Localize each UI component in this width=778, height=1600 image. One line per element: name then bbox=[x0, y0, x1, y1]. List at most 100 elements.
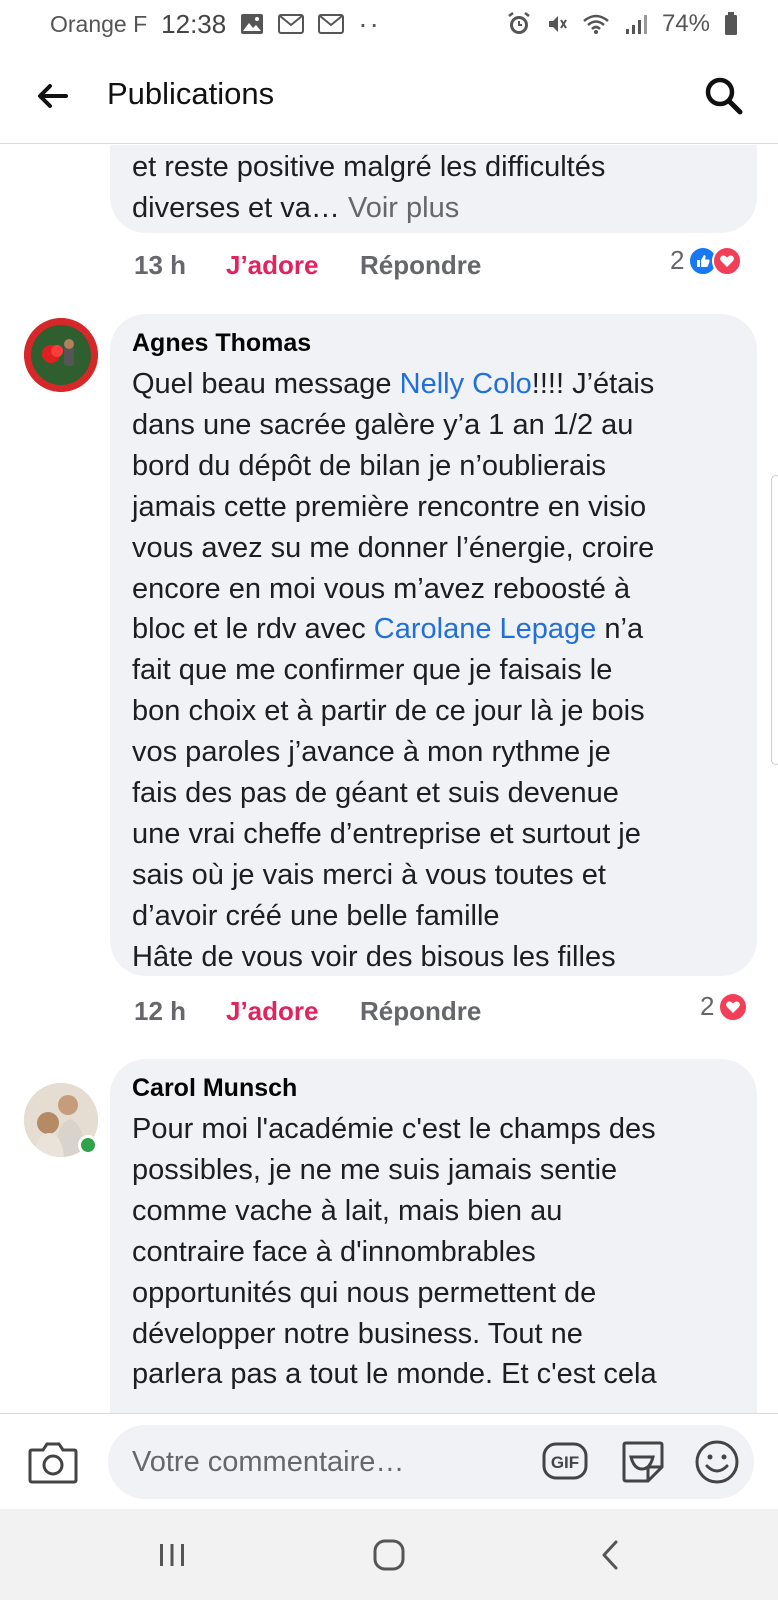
comment-text-segment: diverses et va… bbox=[132, 191, 348, 224]
mute-icon bbox=[546, 13, 568, 35]
search-icon bbox=[705, 77, 743, 115]
comment-time[interactable]: 12 h bbox=[134, 996, 186, 1027]
comment-line: développer notre business. Tout ne bbox=[132, 1314, 735, 1355]
home-icon bbox=[373, 1539, 405, 1571]
comment-text-segment: Hâte de vous voir des bisous les filles bbox=[132, 940, 616, 973]
comment-text-segment: bloc et le rdv avec bbox=[132, 613, 374, 646]
back-arrow-icon bbox=[38, 84, 68, 108]
profile-photo-icon bbox=[24, 318, 98, 392]
reply-button[interactable]: Répondre bbox=[360, 250, 481, 281]
reactions-summary[interactable]: 2 bbox=[670, 245, 743, 276]
comment-line: une vrai cheffe d’entreprise et surtout … bbox=[132, 814, 735, 855]
app-bar: Publications bbox=[0, 48, 778, 144]
comment-text-segment: une vrai cheffe d’entreprise et surtout … bbox=[132, 817, 641, 850]
back-button[interactable] bbox=[30, 74, 74, 118]
comment-text-segment: vous avez su me donner l’énergie, croire bbox=[132, 531, 655, 564]
comment-line: et reste positive malgré les difficultés bbox=[132, 147, 735, 188]
reactions-summary[interactable]: 2 bbox=[700, 991, 749, 1022]
comment-text-segment: parlera pas a tout le monde. Et c'est ce… bbox=[132, 1358, 657, 1391]
comment-text-segment: développer notre business. Tout ne bbox=[132, 1317, 583, 1350]
love-reaction-button[interactable]: J’adore bbox=[226, 996, 319, 1027]
comment-line: vous avez su me donner l’énergie, croire bbox=[132, 528, 735, 569]
comment-line: fait que me confirmer que je faisais le bbox=[132, 650, 735, 691]
comment-text-segment: n’a bbox=[596, 613, 644, 646]
comment-text-segment: contraire face à d'innombrables bbox=[132, 1235, 536, 1268]
comment-author[interactable]: Agnes Thomas bbox=[132, 328, 735, 358]
gif-button[interactable]: GIF bbox=[542, 1441, 588, 1486]
comment-line: encore en moi vous m’avez reboosté à bbox=[132, 569, 735, 610]
comment-text: et reste positive malgré les difficultés… bbox=[132, 147, 735, 229]
mention-link[interactable]: Nelly Colo bbox=[400, 368, 532, 400]
comment-text-segment: sais où je vais merci à vous toutes et bbox=[132, 858, 606, 891]
comment-time[interactable]: 13 h bbox=[134, 250, 186, 281]
chevron-left-icon bbox=[602, 1540, 618, 1570]
online-status-dot bbox=[78, 1135, 98, 1155]
comment-line: possibles, je ne me suis jamais sentie bbox=[132, 1150, 735, 1191]
comment-composer: GIF bbox=[0, 1413, 778, 1509]
love-reaction-button[interactable]: J’adore bbox=[226, 250, 319, 281]
clock: 12:38 bbox=[161, 8, 227, 39]
comment-line: vos paroles j’avance à mon rythme je bbox=[132, 732, 735, 773]
comment-line: fais des pas de géant et suis devenue bbox=[132, 773, 735, 814]
avatar[interactable] bbox=[24, 318, 98, 392]
comment-bubble: Carol Munsch Pour moi l'académie c'est l… bbox=[110, 1059, 757, 1413]
carrier-label: Orange F bbox=[50, 10, 148, 37]
comment-bubble: et reste positive malgré les difficultés… bbox=[110, 145, 757, 233]
comment-line: contraire face à d'innombrables bbox=[132, 1232, 735, 1273]
comment-text-segment: dans une sacrée galère y’a 1 an 1/2 au bbox=[132, 408, 634, 441]
comment-text-segment: et reste positive malgré les difficultés bbox=[132, 151, 606, 183]
comment-actions: 13 h J’adore Répondre bbox=[134, 245, 734, 285]
comment-line: bord du dépôt de bilan je n’oublierais bbox=[132, 446, 735, 487]
comment-text-segment: comme vache à lait, mais bien au bbox=[132, 1194, 563, 1227]
alarm-icon bbox=[506, 11, 532, 37]
mention-link[interactable]: Carolane Lepage bbox=[374, 613, 597, 645]
gif-icon: GIF bbox=[542, 1442, 588, 1480]
scrollbar[interactable] bbox=[771, 475, 778, 765]
system-nav-bar bbox=[0, 1509, 778, 1600]
comment-text-segment: Pour moi l'académie c'est le champs des bbox=[132, 1113, 656, 1145]
reply-button[interactable]: Répondre bbox=[360, 996, 481, 1027]
gmail-icon-2 bbox=[318, 14, 345, 34]
search-button[interactable] bbox=[700, 72, 748, 120]
emoji-icon bbox=[695, 1440, 739, 1484]
back-nav-button[interactable] bbox=[588, 1533, 632, 1577]
comment-text-segment: jamais cette première rencontre en visio bbox=[132, 490, 647, 523]
comment-text-segment: bon choix et à partir de ce jour là je b… bbox=[132, 695, 645, 728]
comment-line: parlera pas a tout le monde. Et c'est ce… bbox=[132, 1354, 735, 1395]
home-button[interactable] bbox=[367, 1533, 411, 1577]
emoji-button[interactable] bbox=[694, 1439, 740, 1490]
more-notifications-dots: ·· bbox=[358, 8, 381, 39]
sticker-button[interactable] bbox=[620, 1439, 666, 1490]
comment-text-segment: possibles, je ne me suis jamais sentie bbox=[132, 1153, 618, 1186]
comment-text-segment: d’avoir créé une belle famille bbox=[132, 899, 500, 932]
comments-feed[interactable]: et reste positive malgré les difficultés… bbox=[0, 145, 778, 1413]
reaction-count: 2 bbox=[700, 991, 715, 1021]
comment-line: dans une sacrée galère y’a 1 an 1/2 au bbox=[132, 405, 735, 446]
comment-line: bon choix et à partir de ce jour là je b… bbox=[132, 691, 735, 732]
comment-line: Pour moi l'académie c'est le champs des bbox=[132, 1109, 735, 1150]
status-bar: Orange F 12:38 ·· 74% bbox=[0, 0, 778, 48]
comment-author[interactable]: Carol Munsch bbox=[132, 1073, 735, 1103]
comment-line: opportunités qui nous permettent de bbox=[132, 1273, 735, 1314]
comment-actions: 12 h J’adore Répondre bbox=[134, 991, 734, 1031]
comment-input[interactable] bbox=[130, 1425, 510, 1499]
comment-line: comme vache à lait, mais bien au bbox=[132, 1191, 735, 1232]
comment-box[interactable]: GIF bbox=[108, 1425, 754, 1499]
comment-text-segment: opportunités qui nous permettent de bbox=[132, 1276, 597, 1309]
comment-line: d’avoir créé une belle famille bbox=[132, 896, 735, 937]
heart-icon bbox=[718, 991, 749, 1022]
battery-percent: 74% bbox=[661, 10, 710, 37]
gif-label: GIF bbox=[551, 1453, 579, 1472]
recent-apps-icon bbox=[160, 1544, 184, 1566]
recent-apps-button[interactable] bbox=[150, 1533, 194, 1577]
signal-icon bbox=[624, 13, 648, 35]
comment-line: diverses et va… Voir plus bbox=[132, 188, 735, 229]
camera-button[interactable] bbox=[28, 1440, 78, 1484]
comment-text: Quel beau message Nelly Colo!!!! J’étais… bbox=[132, 364, 735, 978]
comment-line: Hâte de vous voir des bisous les filles bbox=[132, 937, 735, 978]
comment-text-segment: fais des pas de géant et suis devenue bbox=[132, 777, 619, 810]
comment-line: sais où je vais merci à vous toutes et bbox=[132, 855, 735, 896]
comment-text-segment: Quel beau message bbox=[132, 368, 400, 400]
see-more-link[interactable]: Voir plus bbox=[348, 192, 459, 224]
comment-line: jamais cette première rencontre en visio bbox=[132, 487, 735, 528]
